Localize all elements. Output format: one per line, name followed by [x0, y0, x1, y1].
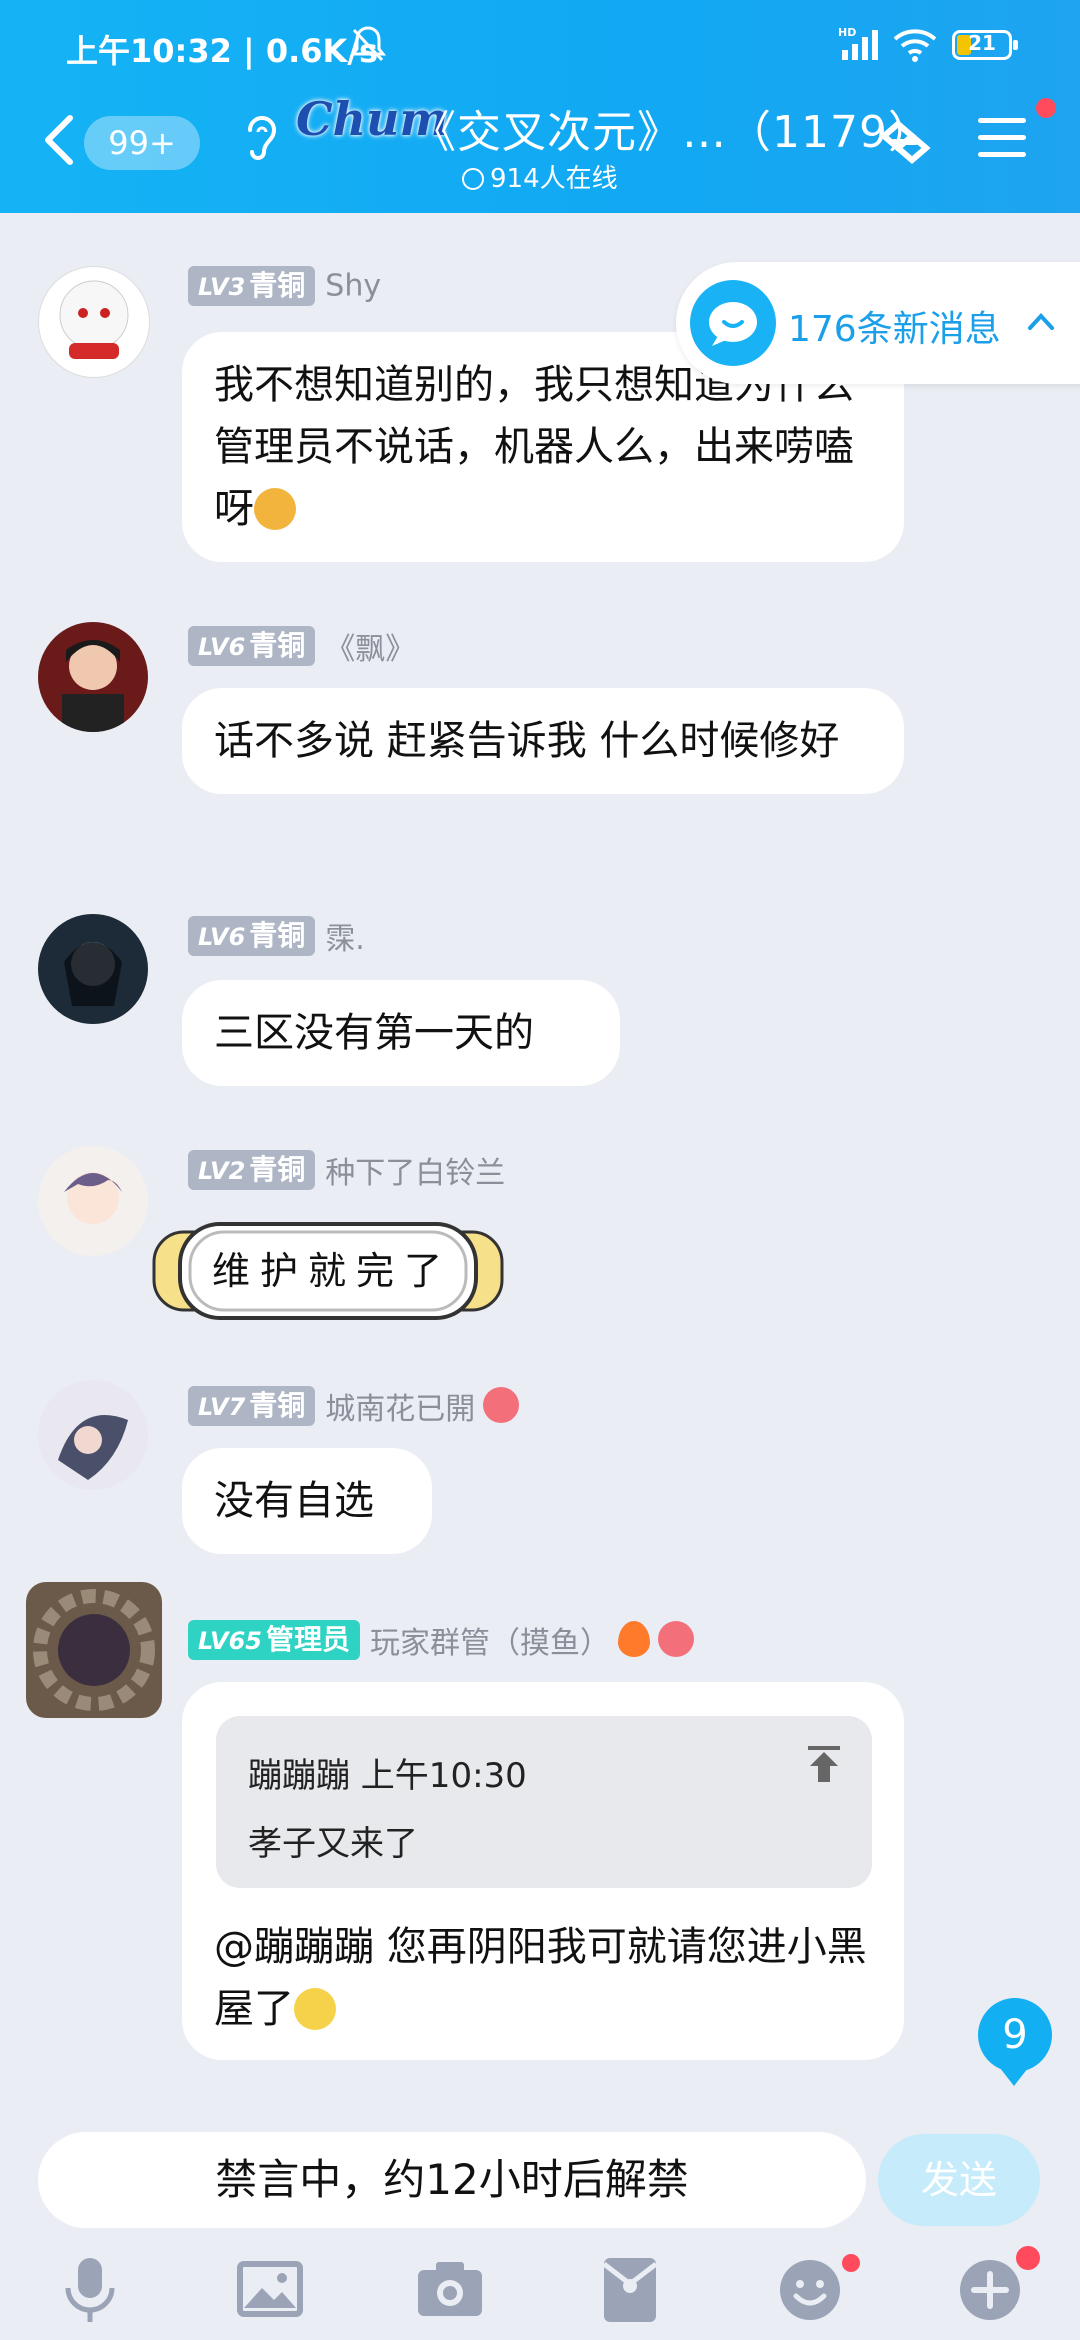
- level: LV65: [198, 1627, 262, 1655]
- smile-emoji-icon: [294, 1988, 336, 2030]
- fire-icon: [617, 1620, 650, 1657]
- online-check-icon: [462, 168, 484, 190]
- sender-name[interactable]: 种下了白铃兰: [325, 1156, 505, 1191]
- sender-name[interactable]: Shy: [325, 269, 381, 304]
- back-button[interactable]: [40, 112, 80, 168]
- flower-emoji-icon: [657, 1620, 694, 1657]
- avatar[interactable]: [38, 914, 148, 1024]
- level: LV3: [198, 273, 246, 301]
- avatar[interactable]: [38, 1380, 148, 1490]
- quote-text: 孝子又来了: [248, 1824, 418, 1864]
- avatar[interactable]: [38, 266, 150, 378]
- sticker-message[interactable]: 维护就完了: [150, 1218, 506, 1324]
- level: LV7: [198, 1393, 246, 1421]
- quote-author: 蹦蹦蹦 上午10:30: [248, 1756, 527, 1796]
- message-bubble[interactable]: 没有自选: [182, 1448, 432, 1554]
- quoted-message[interactable]: 蹦蹦蹦 上午10:30 孝子又来了: [216, 1716, 872, 1888]
- wifi-icon: [893, 28, 937, 66]
- level-badge: LV3 青铜: [188, 266, 316, 306]
- sender-name[interactable]: 玩家群管（摸鱼）: [370, 1626, 610, 1661]
- status-time: 上午10:32 | 0.6K/s: [66, 32, 379, 70]
- rank: 青铜: [249, 269, 306, 302]
- message-text: 我不想知道别的，我只想知道为什么管理员不说话，机器人么，出来唠嗑呀: [214, 362, 854, 532]
- sender-meta: LV3 青铜 Shy: [188, 266, 381, 306]
- message-text: 没有自选: [214, 1478, 374, 1524]
- level-badge: LV6 青铜: [188, 916, 316, 956]
- avatar[interactable]: [38, 1146, 148, 1256]
- message-text: 话不多说 赶紧告诉我 什么时候修好: [214, 718, 840, 764]
- menu-button[interactable]: [978, 118, 1026, 158]
- sender-meta: LV2 青铜 种下了白铃兰: [188, 1148, 505, 1192]
- menu-notification-dot: [1036, 98, 1056, 118]
- sender-meta: LV6 青铜 《飘》: [188, 624, 415, 668]
- new-messages-label: 176条新消息: [788, 309, 1001, 350]
- emoji-icon[interactable]: [770, 2250, 850, 2330]
- sender-name[interactable]: 《飘》: [325, 632, 415, 667]
- avatar[interactable]: [26, 1582, 162, 1718]
- signal-icon: HD: [838, 26, 882, 66]
- level: LV2: [198, 1157, 246, 1185]
- online-count-label: 914人在线: [490, 164, 618, 194]
- unread-count-badge[interactable]: 99+: [84, 116, 200, 170]
- jump-to-top-icon[interactable]: [804, 1744, 844, 1788]
- new-messages-button[interactable]: 176条新消息: [676, 262, 1080, 384]
- red-packet-icon[interactable]: [590, 2250, 670, 2330]
- chat-header: 上午10:32 | 0.6K/s HD 21 99+ Chum 《交叉次元》…（…: [0, 0, 1080, 213]
- sender-name[interactable]: 霂.: [325, 922, 365, 957]
- online-count: 914人在线: [462, 158, 618, 195]
- flower-emoji-icon: [483, 1386, 520, 1423]
- unread-jump-badge[interactable]: 9: [978, 1998, 1052, 2086]
- mute-bell-icon: [349, 24, 387, 68]
- network-label: HD: [838, 26, 856, 39]
- level: LV6: [198, 923, 246, 951]
- image-icon[interactable]: [230, 2250, 310, 2330]
- avatar[interactable]: [38, 622, 148, 732]
- battery-level: 21: [968, 31, 996, 55]
- chevron-up-icon: [1026, 306, 1056, 340]
- microphone-icon[interactable]: [50, 2250, 130, 2330]
- status-bar: 上午10:32 | 0.6K/s HD 21: [0, 0, 1080, 90]
- message-bubble[interactable]: 三区没有第一天的: [182, 980, 620, 1086]
- input-toolbar: [0, 2240, 1080, 2340]
- sender-meta: LV6 青铜 霂.: [188, 914, 365, 958]
- muted-input: 禁言中，约12小时后解禁: [38, 2132, 866, 2228]
- camera-icon[interactable]: [410, 2250, 490, 2330]
- message-text: 三区没有第一天的: [214, 1010, 534, 1056]
- send-button[interactable]: 发送: [878, 2134, 1040, 2226]
- chat-bubble-icon: [690, 280, 776, 366]
- level: LV6: [198, 633, 246, 661]
- link-share-icon[interactable]: [872, 118, 938, 178]
- sticker-text: 维护就完了: [212, 1249, 453, 1293]
- rank: 青铜: [249, 629, 306, 662]
- doge-emoji-icon: [254, 488, 296, 530]
- rank: 管理员: [265, 1623, 350, 1656]
- emoji-notification-dot: [842, 2254, 860, 2272]
- rank: 青铜: [249, 1153, 306, 1186]
- sender-name[interactable]: 城南花已開: [325, 1392, 475, 1427]
- level-badge: LV7 青铜: [188, 1386, 316, 1426]
- admin-badge: LV65 管理员: [188, 1620, 360, 1660]
- level-badge: LV2 青铜: [188, 1150, 316, 1190]
- sender-meta: LV7 青铜 城南花已開: [188, 1384, 520, 1428]
- ear-icon[interactable]: [240, 110, 280, 166]
- level-badge: LV6 青铜: [188, 626, 316, 666]
- group-title[interactable]: 《交叉次元》…（1179）: [412, 96, 933, 160]
- rank: 青铜: [249, 919, 306, 952]
- sender-meta: LV65 管理员 玩家群管（摸鱼）: [188, 1618, 694, 1662]
- battery-icon: 21: [952, 30, 1018, 60]
- plus-notification-dot: [1016, 2246, 1040, 2270]
- message-bubble[interactable]: 话不多说 赶紧告诉我 什么时候修好: [182, 688, 904, 794]
- rank: 青铜: [249, 1389, 306, 1422]
